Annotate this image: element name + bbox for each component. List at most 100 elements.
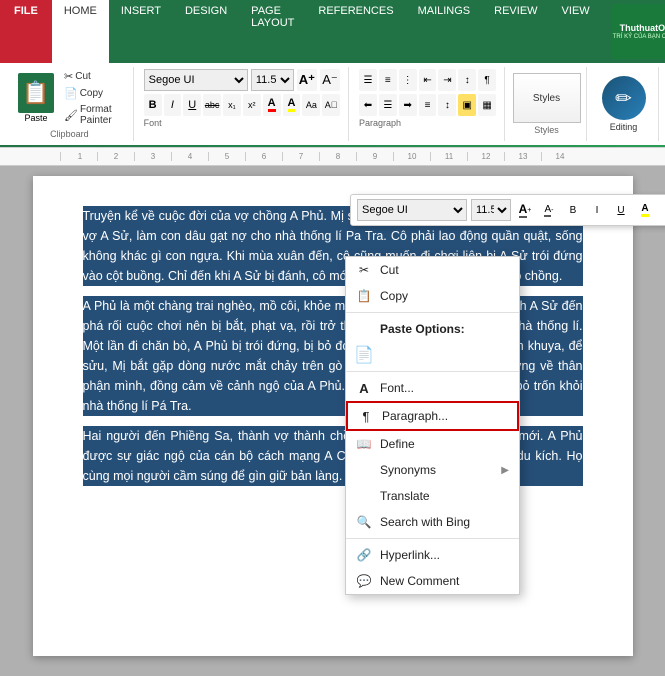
ruler-mark-3: 3 — [134, 152, 171, 161]
subscript-button[interactable]: x₁ — [223, 94, 241, 116]
editing-label: Editing — [610, 122, 638, 132]
ctx-define-label: Define — [380, 437, 509, 451]
strikethrough-button[interactable]: abc — [203, 94, 221, 116]
align-justify-button[interactable]: ≡ — [419, 94, 437, 116]
clipboard-group: 📋 Paste ✂ Cut 📄 Copy 🖌 Format Painter — [6, 67, 134, 141]
ctx-paste-clipboard-icon: 📄 — [356, 347, 372, 363]
font-increase-button[interactable]: A⁺ — [297, 69, 317, 91]
logo-sub: TRÍ KỶ CỦA BẠN CÔNG SỞ — [613, 34, 665, 40]
ctx-copy-label: Copy — [380, 289, 509, 303]
float-size-select[interactable]: 11.5 — [471, 199, 511, 221]
clear-format-button[interactable]: A⃝ — [322, 94, 340, 116]
font-decrease-button[interactable]: A⁻ — [320, 69, 340, 91]
indent-decrease-button[interactable]: ⇤ — [419, 69, 437, 91]
ctx-paste-options-icon — [356, 321, 372, 337]
line-spacing-button[interactable]: ↕ — [438, 94, 456, 116]
tab-view[interactable]: VIEW — [550, 0, 602, 63]
format-painter-label: Format Painter — [80, 104, 123, 126]
copy-label: Copy — [80, 88, 103, 99]
font-name-select[interactable]: Segoe UI — [144, 69, 248, 91]
tab-references[interactable]: REFERENCES — [306, 0, 405, 63]
font-size-select[interactable]: 11.5 — [251, 69, 294, 91]
cut-label: Cut — [75, 71, 91, 82]
format-painter-button[interactable]: 🖌 Format Painter — [62, 103, 125, 127]
align-buttons-row: ⬅ ☰ ➡ ≡ ↕ ▣ ▦ — [359, 94, 496, 116]
document-area[interactable]: Segoe UI 11.5 A+ A- B I U A A ☰ ≡ Styles… — [0, 166, 665, 676]
sort-button[interactable]: ↕ — [458, 69, 476, 91]
ctx-define-icon: 📖 — [356, 436, 372, 452]
float-shrink-button[interactable]: A- — [539, 200, 559, 220]
tab-page-layout[interactable]: PAGE LAYOUT — [239, 0, 306, 63]
underline-button[interactable]: U — [183, 94, 201, 116]
shading-button[interactable]: ▣ — [458, 94, 476, 116]
tab-design[interactable]: DESIGN — [173, 0, 239, 63]
float-grow-icon: A — [519, 202, 528, 218]
ctx-synonyms-arrow: ▶ — [501, 465, 509, 476]
float-highlight-button[interactable]: A — [635, 200, 655, 220]
paste-button[interactable]: 📋 Paste — [14, 71, 58, 125]
cut-button[interactable]: ✂ Cut — [62, 69, 125, 84]
align-center-button[interactable]: ☰ — [379, 94, 397, 116]
copy-icon: 📄 — [64, 87, 78, 100]
highlight-button[interactable]: A — [283, 94, 301, 116]
highlight-icon: A — [288, 98, 296, 112]
float-font-select[interactable]: Segoe UI — [357, 199, 467, 221]
ctx-font[interactable]: A Font... — [346, 375, 519, 401]
float-bold-button[interactable]: B — [563, 200, 583, 220]
float-color-button[interactable]: A — [659, 200, 665, 220]
styles-group: Styles Styles — [507, 67, 587, 141]
case-button[interactable]: Aa — [302, 94, 320, 116]
ctx-synonyms[interactable]: Synonyms ▶ — [346, 457, 519, 483]
ctx-hyperlink[interactable]: 🔗 Hyperlink... — [346, 542, 519, 568]
multilevel-list-button[interactable]: ⋮ — [399, 69, 417, 91]
clipboard-group-label: Clipboard — [50, 129, 89, 139]
borders-button[interactable]: ▦ — [478, 94, 496, 116]
ctx-paste-options-text: Paste Options: — [380, 322, 509, 336]
ctx-separator-1 — [346, 312, 519, 313]
tab-mailings[interactable]: MAILINGS — [406, 0, 483, 63]
ruler-mark-8: 8 — [319, 152, 356, 161]
ctx-define[interactable]: 📖 Define — [346, 431, 519, 457]
font-name-row: Segoe UI 11.5 A⁺ A⁻ — [144, 69, 340, 91]
ctx-separator-2 — [346, 371, 519, 372]
bold-button[interactable]: B — [144, 94, 162, 116]
show-marks-button[interactable]: ¶ — [478, 69, 496, 91]
numbered-list-button[interactable]: ≡ — [379, 69, 397, 91]
ruler-mark-14: 14 — [541, 152, 578, 161]
ruler-mark-2: 2 — [97, 152, 134, 161]
indent-increase-button[interactable]: ⇥ — [438, 69, 456, 91]
ctx-copy[interactable]: 📋 Copy — [346, 283, 519, 309]
ruler-mark-12: 12 — [467, 152, 504, 161]
tab-insert[interactable]: INSERT — [109, 0, 173, 63]
float-underline-button[interactable]: U — [611, 200, 631, 220]
float-grow-button[interactable]: A+ — [515, 200, 535, 220]
ctx-new-comment[interactable]: 💬 New Comment — [346, 568, 519, 594]
ctx-paste-icon-row[interactable]: 📄 — [346, 342, 519, 368]
ctx-search-bing[interactable]: 🔍 Search with Bing — [346, 509, 519, 535]
ruler-marks: 1 2 3 4 5 6 7 8 9 10 11 12 13 14 — [60, 152, 578, 161]
italic-button[interactable]: I — [164, 94, 182, 116]
tab-review[interactable]: REVIEW — [482, 0, 549, 63]
cut-icon: ✂ — [64, 70, 73, 83]
document-page[interactable]: Truyện kể về cuộc đời của vợ chồng A Phủ… — [33, 176, 633, 656]
tab-file[interactable]: FILE — [0, 0, 52, 63]
ctx-cut[interactable]: ✂ Cut — [346, 257, 519, 283]
ribbon-tab-bar: FILE HOME INSERT DESIGN PAGE LAYOUT REFE… — [0, 0, 665, 63]
align-right-button[interactable]: ➡ — [399, 94, 417, 116]
copy-button[interactable]: 📄 Copy — [62, 86, 125, 101]
superscript-button[interactable]: x² — [243, 94, 261, 116]
font-color-button[interactable]: A — [263, 94, 281, 116]
editing-icon[interactable]: ✏ — [602, 76, 646, 120]
ctx-paragraph[interactable]: ¶ Paragraph... — [346, 401, 519, 431]
align-left-button[interactable]: ⬅ — [359, 94, 377, 116]
ctx-separator-3 — [346, 538, 519, 539]
ruler-mark-4: 4 — [171, 152, 208, 161]
ctx-hyperlink-icon: 🔗 — [356, 547, 372, 563]
ctx-translate[interactable]: Translate — [346, 483, 519, 509]
float-italic-button[interactable]: I — [587, 200, 607, 220]
ribbon-bottom-border — [0, 145, 665, 147]
styles-button[interactable]: Styles — [513, 73, 581, 123]
tab-home[interactable]: HOME — [52, 0, 109, 63]
ruler-mark-1: 1 — [60, 152, 97, 161]
bullets-button[interactable]: ☰ — [359, 69, 377, 91]
